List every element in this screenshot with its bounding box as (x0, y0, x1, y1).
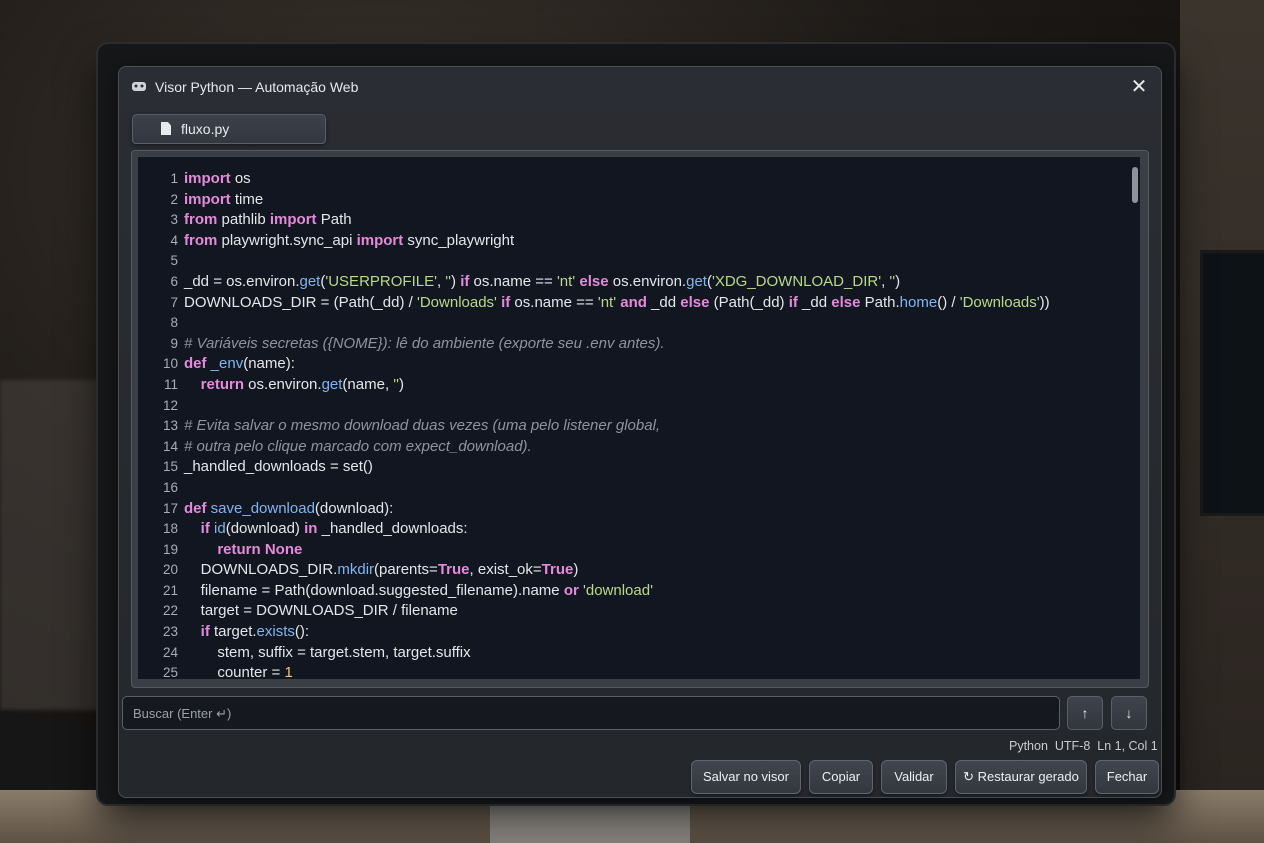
line-number: 10 (162, 356, 178, 372)
status-bar: Python UTF-8 Ln 1, Col 1 (1009, 739, 1158, 753)
code-line: 21 filename = Path(download.suggested_fi… (138, 581, 1128, 602)
status-encoding: UTF-8 (1054, 739, 1091, 753)
code-line: 24 stem, suffix = target.stem, target.su… (138, 643, 1128, 664)
code-line: 18 if id(download) in _handled_downloads… (138, 519, 1128, 540)
line-number: 25 (162, 665, 178, 679)
line-number: 12 (162, 397, 178, 413)
line-number: 17 (162, 500, 178, 516)
validate-button[interactable]: Validar (881, 760, 947, 794)
line-number: 18 (162, 521, 178, 537)
code-line: 4 from playwright.sync_api import sync_pl… (138, 231, 1128, 252)
code-text: filename = Path(download.suggested_filen… (184, 581, 653, 599)
code-line: 17 def save_download(download): (138, 499, 1128, 520)
status-cursor-position: Ln 1, Col 1 (1097, 739, 1158, 753)
code-line: 19 return None (138, 540, 1128, 561)
code-line: 16 (138, 478, 1128, 499)
code-editor[interactable]: 1 import os 2 import time 3 from pathlib impo… (138, 157, 1140, 679)
python-viewer-window: Visor Python — Automação Web ✕ fluxo.py … (118, 66, 1162, 798)
code-line: 20 DOWNLOADS_DIR.mkdir(parents=True, exi… (138, 560, 1128, 581)
code-text: from pathlib import Path (184, 211, 352, 229)
line-number: 8 (170, 315, 178, 331)
search-input[interactable] (131, 701, 1045, 725)
status-language: Python (1009, 739, 1048, 753)
code-line: 11 return os.environ.get(name, '') (138, 375, 1128, 396)
file-icon (161, 122, 171, 135)
line-number: 21 (162, 582, 178, 598)
code-text: import os (184, 170, 251, 187)
code-line: 1 import os (138, 169, 1128, 190)
code-text: DOWNLOADS_DIR = (Path(_dd) / 'Downloads'… (184, 293, 1050, 311)
close-icon[interactable]: ✕ (1125, 73, 1153, 101)
line-number: 11 (163, 376, 178, 392)
code-line: 3 from pathlib import Path (138, 210, 1128, 231)
background-shelf (0, 380, 100, 710)
code-line: 23 if target.exists(): (138, 622, 1128, 643)
code-text: DOWNLOADS_DIR.mkdir(parents=True, exist_… (184, 561, 579, 579)
copy-button[interactable]: Copiar (809, 760, 873, 794)
code-text: _handled_downloads = set() (184, 458, 373, 476)
code-line: 6 _dd = os.environ.get('USERPROFILE', '')… (138, 272, 1128, 293)
code-line: 7 DOWNLOADS_DIR = (Path(_dd) / 'Downloads… (138, 293, 1128, 314)
line-number: 20 (162, 562, 178, 578)
code-text: from playwright.sync_api import sync_pla… (184, 231, 515, 249)
editor-scrollbar[interactable] (1132, 167, 1138, 203)
close-button[interactable]: Fechar (1095, 760, 1159, 794)
line-number: 16 (162, 479, 178, 495)
editor-frame: 1 import os 2 import time 3 from pathlib impo… (131, 150, 1149, 688)
window-title: Visor Python — Automação Web (155, 79, 359, 95)
code-text: if id(download) in _handled_downloads: (200, 520, 468, 538)
code-line: 12 (138, 396, 1128, 417)
code-line: 8 (138, 313, 1128, 334)
line-number: 23 (162, 624, 178, 640)
code-text: # Evita salvar o mesmo download duas vez… (184, 417, 661, 435)
code-text: target = DOWNLOADS_DIR / filename (184, 602, 458, 620)
code-text: stem, suffix = target.stem, target.suffi… (184, 643, 471, 661)
code-line: 22 target = DOWNLOADS_DIR / filename (138, 601, 1128, 622)
code-text: _dd = os.environ.get('USERPROFILE', '') … (184, 272, 901, 290)
tab-label: fluxo.py (181, 121, 230, 137)
line-number: 14 (162, 438, 178, 454)
code-line: 13 # Evita salvar o mesmo download duas v… (138, 416, 1128, 437)
code-line: 2 import time (138, 190, 1128, 211)
code-text: return None (217, 540, 303, 558)
code-text: if target.exists(): (200, 623, 310, 641)
line-number: 6 (170, 273, 178, 289)
code-line: 10 def _env(name): (138, 354, 1128, 375)
save-to-viewer-button[interactable]: Salvar no visor (691, 760, 801, 794)
code-line: 15 _handled_downloads = set() (138, 457, 1128, 478)
tab-fluxo-py[interactable]: fluxo.py (132, 114, 326, 144)
line-number: 19 (162, 541, 178, 557)
line-number: 13 (162, 418, 178, 434)
code-text: def _env(name): (184, 355, 295, 373)
line-number: 7 (170, 294, 178, 310)
line-number: 24 (162, 644, 178, 660)
line-number: 1 (170, 171, 178, 186)
line-number: 22 (162, 603, 178, 619)
line-number: 4 (170, 232, 178, 248)
code-text: import time (184, 190, 264, 208)
line-number: 5 (170, 253, 178, 269)
line-number: 2 (170, 191, 178, 207)
code-line: 25 counter = 1 (138, 663, 1128, 679)
code-lines: 1 import os 2 import time 3 from pathlib impo… (138, 169, 1128, 679)
restore-generated-button[interactable]: ↻ Restaurar gerado (955, 760, 1087, 794)
line-number: 3 (170, 212, 178, 228)
code-text: return os.environ.get(name, '') (200, 375, 405, 393)
code-line: 14 # outra pelo clique marcado com expect… (138, 437, 1128, 458)
code-text: def save_download(download): (184, 499, 394, 517)
line-number: 15 (162, 459, 178, 475)
search-prev-button[interactable]: ↑ (1067, 696, 1103, 730)
code-text: # Variáveis secretas ({NOME}): lê do amb… (184, 334, 665, 352)
code-text: counter = 1 (184, 664, 293, 679)
line-number: 9 (170, 335, 178, 351)
code-line: 5 (138, 251, 1128, 272)
python-app-icon (132, 82, 146, 91)
background-monitor (1200, 250, 1264, 516)
search-next-button[interactable]: ↓ (1111, 696, 1147, 730)
code-text: # outra pelo clique marcado com expect_d… (184, 437, 532, 455)
code-line: 9 # Variáveis secretas ({NOME}): lê do am… (138, 334, 1128, 355)
search-box (122, 696, 1060, 730)
title-bar: Visor Python — Automação Web ✕ (119, 67, 1161, 107)
